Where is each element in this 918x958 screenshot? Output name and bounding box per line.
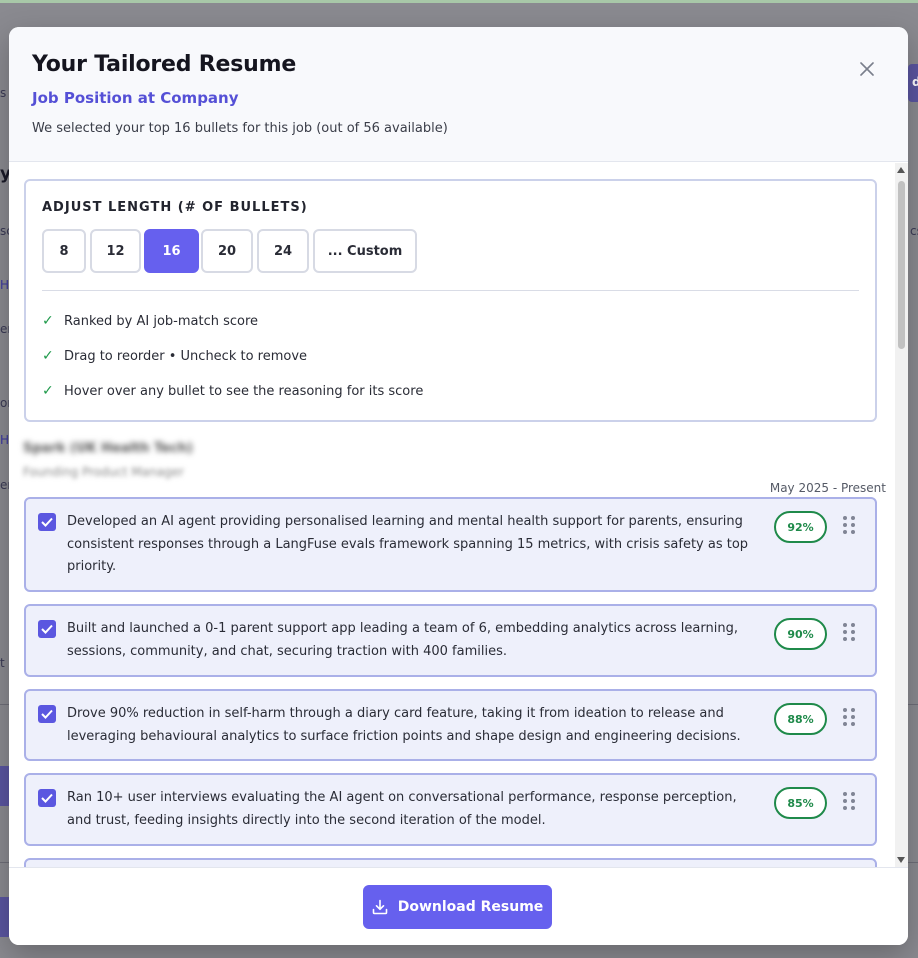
adjust-divider xyxy=(42,290,859,291)
drag-handle-icon[interactable] xyxy=(842,622,856,642)
background-text-fragment: H xyxy=(0,278,10,292)
background-button xyxy=(0,897,9,937)
checkmark-icon: ✓ xyxy=(42,313,54,329)
modal-scrollbar[interactable] xyxy=(895,163,908,867)
checkbox-check-icon xyxy=(41,793,53,803)
checkmark-icon: ✓ xyxy=(42,348,54,364)
tailored-resume-modal: Your Tailored Resume Job Position at Com… xyxy=(9,27,908,945)
length-option-custom[interactable]: ... Custom xyxy=(313,229,417,273)
match-score-badge: 92% xyxy=(774,511,827,543)
bullet-checkbox[interactable] xyxy=(38,620,56,638)
bullet-checkbox[interactable] xyxy=(38,705,56,723)
scrollbar-thumb[interactable] xyxy=(898,181,905,349)
match-score-badge: 88% xyxy=(774,703,827,735)
feature-item: ✓ Ranked by AI job-match score xyxy=(42,313,258,329)
bullet-card[interactable] xyxy=(24,858,877,867)
adjust-length-card: ADJUST LENGTH (# OF BULLETS) 8 12 16 20 … xyxy=(24,179,877,422)
match-score-badge: 85% xyxy=(774,787,827,819)
length-option-20[interactable]: 20 xyxy=(201,229,253,273)
experience-company: Spark (UK Health Tech) xyxy=(23,441,193,456)
background-text-fragment: t xyxy=(0,656,5,670)
checkmark-icon: ✓ xyxy=(42,383,54,399)
drag-handle-icon[interactable] xyxy=(842,707,856,727)
length-option-24[interactable]: 24 xyxy=(257,229,309,273)
close-icon xyxy=(860,62,874,76)
background-button xyxy=(0,766,9,806)
feature-item: ✓ Hover over any bullet to see the reaso… xyxy=(42,383,423,399)
checkbox-check-icon xyxy=(41,624,53,634)
scroll-up-arrow-icon[interactable] xyxy=(897,167,905,173)
download-label: Download Resume xyxy=(397,899,544,915)
job-position-subtitle: Job Position at Company xyxy=(32,89,239,107)
feature-label: Drag to reorder • Uncheck to remove xyxy=(64,348,308,364)
background-text-fragment: cs xyxy=(910,224,918,238)
modal-header: Your Tailored Resume Job Position at Com… xyxy=(9,27,908,162)
checkbox-check-icon xyxy=(41,709,53,719)
download-resume-button[interactable]: Download Resume xyxy=(363,885,552,929)
match-score-badge: 90% xyxy=(774,618,827,650)
download-icon xyxy=(372,899,388,915)
background-top-bar xyxy=(0,0,918,3)
adjust-length-title: ADJUST LENGTH (# OF BULLETS) xyxy=(42,200,308,215)
bullet-checkbox[interactable] xyxy=(38,513,56,531)
bullet-checkbox[interactable] xyxy=(38,789,56,807)
selection-summary: We selected your top 16 bullets for this… xyxy=(32,121,448,136)
bullet-card[interactable]: Built and launched a 0-1 parent support … xyxy=(24,604,877,677)
modal-title: Your Tailored Resume xyxy=(32,52,297,77)
modal-body[interactable]: ADJUST LENGTH (# OF BULLETS) 8 12 16 20 … xyxy=(9,163,908,867)
drag-handle-icon[interactable] xyxy=(842,791,856,811)
bullet-card[interactable]: Developed an AI agent providing personal… xyxy=(24,497,877,592)
close-button[interactable] xyxy=(853,55,881,83)
scroll-down-arrow-icon[interactable] xyxy=(897,857,905,863)
bullet-card[interactable]: Drove 90% reduction in self-harm through… xyxy=(24,689,877,761)
experience-role: Founding Product Manager xyxy=(23,465,184,479)
length-option-8[interactable]: 8 xyxy=(42,229,86,273)
length-option-16[interactable]: 16 xyxy=(144,229,199,273)
bullet-text: Drove 90% reduction in self-harm through… xyxy=(67,706,741,744)
bullet-card[interactable]: Ran 10+ user interviews evaluating the A… xyxy=(24,773,877,846)
modal-footer: Download Resume xyxy=(9,867,908,945)
drag-handle-icon[interactable] xyxy=(842,515,856,535)
feature-label: Ranked by AI job-match score xyxy=(64,313,259,329)
experience-dates: May 2025 - Present xyxy=(769,481,886,495)
background-button: d xyxy=(908,64,918,102)
bullet-text: Ran 10+ user interviews evaluating the A… xyxy=(67,790,737,828)
background-text-fragment: H xyxy=(0,433,10,447)
background-text-fragment: s xyxy=(0,86,7,100)
feature-item: ✓ Drag to reorder • Uncheck to remove xyxy=(42,348,307,364)
checkbox-check-icon xyxy=(41,517,53,527)
bullet-text: Built and launched a 0-1 parent support … xyxy=(67,621,738,659)
feature-label: Hover over any bullet to see the reasoni… xyxy=(64,383,424,399)
bullet-text: Developed an AI agent providing personal… xyxy=(67,514,749,574)
length-option-12[interactable]: 12 xyxy=(90,229,141,273)
